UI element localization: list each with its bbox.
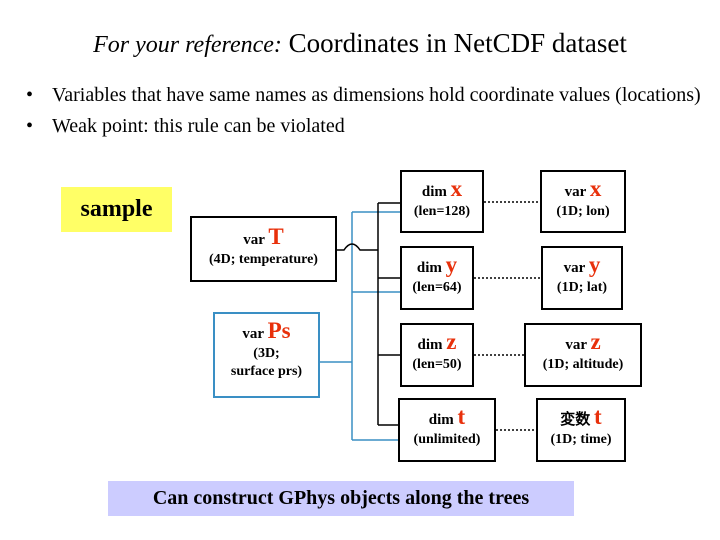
dotted-links (474, 201, 541, 431)
dim-x-len: (len=128) (413, 204, 471, 219)
coord-var-t-desc: (1D; time) (550, 432, 612, 447)
dim-t-name: t (457, 404, 466, 429)
t-tree-lines (337, 202, 400, 426)
dim-x-name: x (450, 176, 463, 201)
dim-y-name: y (445, 252, 458, 277)
var-Ps-name: Ps (267, 318, 291, 343)
var-Ps-desc1: (3D; (253, 346, 280, 361)
coord-var-x-desc: (1D; lon) (556, 204, 610, 219)
dim-t-len: (unlimited) (413, 432, 481, 447)
dim-y-box: dim y (len=64) (400, 246, 474, 310)
var-Ps-desc2: surface prs) (230, 364, 303, 379)
var-T-desc: (4D; temperature) (209, 252, 318, 267)
coord-var-x-name: x (589, 176, 602, 201)
coord-var-z-desc: (1D; altitude) (542, 357, 624, 372)
var-Ps-box: var Ps (3D; surface prs) (213, 312, 320, 398)
var-T-box: var T (4D; temperature) (190, 216, 337, 282)
dim-z-name: z (446, 329, 457, 354)
coord-var-x-box: var x (1D; lon) (540, 170, 626, 233)
var-T-name: T (268, 224, 284, 249)
dim-t-box: dim t (unlimited) (398, 398, 496, 462)
dim-z-len: (len=50) (412, 357, 462, 372)
dim-z-box: dim z (len=50) (400, 323, 474, 387)
dim-y-len: (len=64) (412, 280, 462, 295)
footer-caption: Can construct GPhys objects along the tr… (108, 481, 574, 516)
coord-var-y-box: var y (1D; lat) (541, 246, 623, 310)
coord-var-z-name: z (590, 329, 601, 354)
coord-var-t-name: t (594, 404, 602, 429)
dim-x-box: dim x (len=128) (400, 170, 484, 233)
coord-var-z-box: var z (1D; altitude) (524, 323, 642, 387)
coord-var-y-desc: (1D; lat) (556, 280, 608, 295)
t-root-hop (337, 243, 378, 251)
coord-var-y-name: y (588, 252, 601, 277)
coord-var-t-box: 変数 t (1D; time) (536, 398, 626, 462)
